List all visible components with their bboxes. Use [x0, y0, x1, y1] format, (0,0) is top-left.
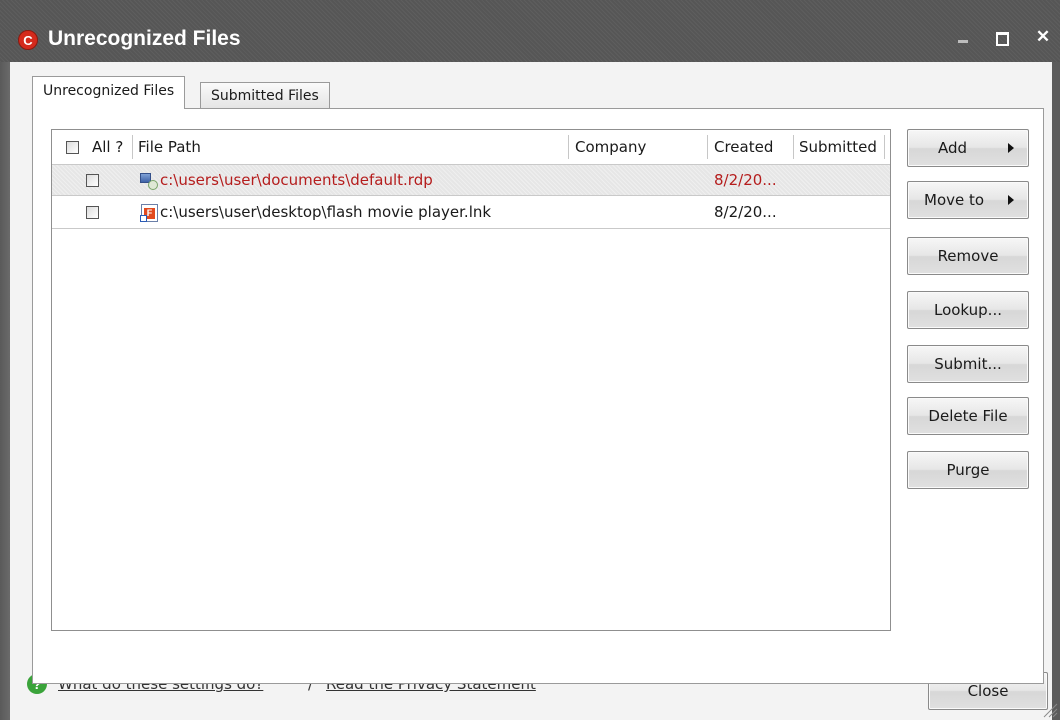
files-list[interactable]: All ? File Path Company Created Submitte…	[51, 129, 891, 631]
add-button-label: Add	[938, 139, 968, 157]
app-logo-icon: C	[18, 30, 38, 50]
lookup-button[interactable]: Lookup...	[907, 291, 1029, 329]
row-checkbox[interactable]	[86, 206, 99, 219]
title-bar: C Unrecognized Files ✕	[0, 0, 1060, 62]
submenu-arrow-icon	[1008, 195, 1014, 205]
column-divider	[884, 135, 885, 159]
add-button[interactable]: Add	[907, 129, 1029, 167]
row-checkbox[interactable]	[86, 174, 99, 187]
tab-submitted-files[interactable]: Submitted Files	[200, 82, 330, 109]
submenu-arrow-icon	[1008, 143, 1014, 153]
move-to-button-label: Move to	[924, 191, 985, 209]
minimize-button[interactable]	[952, 26, 974, 48]
column-divider	[568, 135, 569, 159]
column-submitted[interactable]: Submitted	[799, 130, 877, 164]
row-created: 8/2/20...	[714, 171, 777, 189]
column-divider	[793, 135, 794, 159]
dialog-body: Unrecognized Files Submitted Files All ?…	[10, 62, 1052, 720]
list-header: All ? File Path Company Created Submitte…	[52, 130, 890, 164]
remove-button[interactable]: Remove	[907, 237, 1029, 275]
column-file-path[interactable]: File Path	[138, 130, 201, 164]
column-company[interactable]: Company	[575, 130, 646, 164]
table-row[interactable]: F c:\users\user\desktop\flash movie play…	[52, 197, 890, 229]
delete-file-button[interactable]: Delete File	[907, 397, 1029, 435]
purge-button[interactable]: Purge	[907, 451, 1029, 489]
select-all-checkbox[interactable]	[66, 141, 79, 154]
rdp-file-icon	[140, 172, 158, 190]
column-created[interactable]: Created	[714, 130, 773, 164]
column-divider	[707, 135, 708, 159]
column-divider	[132, 135, 133, 159]
window-border-right	[1052, 62, 1060, 720]
flash-shortcut-icon: F	[140, 204, 158, 222]
table-row[interactable]: c:\users\user\documents\default.rdp 8/2/…	[52, 164, 890, 196]
row-created: 8/2/20...	[714, 203, 777, 221]
column-all[interactable]: All ?	[92, 130, 123, 164]
resize-grip-icon[interactable]	[1040, 700, 1058, 718]
row-file-path: c:\users\user\desktop\flash movie player…	[160, 203, 492, 221]
window-title: Unrecognized Files	[48, 27, 241, 50]
maximize-button[interactable]	[990, 26, 1012, 48]
tab-panel: All ? File Path Company Created Submitte…	[32, 108, 1044, 684]
move-to-button[interactable]: Move to	[907, 181, 1029, 219]
row-file-path: c:\users\user\documents\default.rdp	[160, 171, 433, 189]
tab-unrecognized-files[interactable]: Unrecognized Files	[32, 76, 186, 109]
window-border-left	[0, 62, 10, 720]
submit-button[interactable]: Submit...	[907, 345, 1029, 383]
close-window-button[interactable]: ✕	[1032, 26, 1054, 48]
